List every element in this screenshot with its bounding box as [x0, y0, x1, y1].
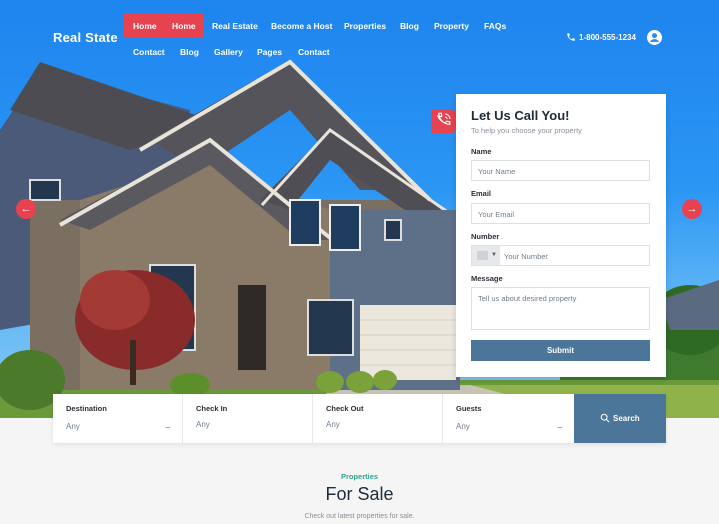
arrow-right-icon: → — [686, 203, 698, 215]
message-field[interactable]: Tell us about desired property — [471, 287, 650, 330]
nav-item-home[interactable]: Home — [133, 21, 157, 31]
email-label: Email — [471, 189, 492, 198]
header-phone[interactable]: 1-800-555-1234 — [566, 32, 636, 42]
nav-item-real-estate[interactable]: Real Estate — [212, 21, 258, 31]
form-title: Let Us Call You! — [471, 108, 570, 123]
email-field[interactable]: Your Email — [471, 203, 650, 224]
section-subtitle: Check out latest properties for sale. — [304, 513, 415, 520]
destination-label: Destination — [66, 404, 107, 413]
name-label: Name — [471, 147, 492, 156]
check-out-value: Any — [326, 420, 340, 429]
nav-item-home-2[interactable]: Home — [172, 21, 196, 31]
chevron-down-icon: ▼ — [491, 252, 497, 258]
dropdown-indicator-icon: – — [165, 423, 170, 432]
check-in-value: Any — [196, 420, 210, 429]
search-bar: Destination Any – Check In Any Check Out… — [53, 394, 666, 443]
phone-icon — [567, 33, 575, 41]
form-subtitle: To help you choose your property — [471, 126, 582, 135]
destination-value: Any — [66, 422, 80, 431]
slider-next-button[interactable]: → — [682, 199, 702, 219]
country-code-select[interactable]: ▼ — [472, 246, 500, 265]
slider-prev-button[interactable]: ← — [16, 199, 36, 219]
nav-item-faqs[interactable]: FAQs — [484, 21, 506, 31]
nav-item-gallery[interactable]: Gallery — [214, 47, 243, 57]
nav-item-property[interactable]: Property — [434, 21, 469, 31]
message-label: Message — [471, 274, 503, 283]
search-button-label: Search — [613, 414, 640, 423]
search-icon — [600, 413, 610, 423]
name-field[interactable]: Your Name — [471, 160, 650, 181]
arrow-left-icon: ← — [20, 203, 32, 215]
number-field[interactable]: ▼ Your Number — [471, 245, 650, 266]
dropdown-indicator-icon: – — [557, 423, 562, 432]
check-out-label: Check Out — [326, 404, 364, 413]
nav-item-contact-2[interactable]: Contact — [298, 47, 330, 57]
nav-item-properties[interactable]: Properties — [344, 21, 386, 31]
number-label: Number — [471, 232, 500, 241]
submit-button[interactable]: Submit — [471, 340, 650, 361]
guests-value: Any — [456, 422, 470, 431]
nav-item-become-a-host[interactable]: Become a Host — [271, 21, 332, 31]
check-out-field[interactable]: Check Out Any — [313, 394, 443, 443]
user-icon[interactable] — [647, 30, 662, 45]
callback-form: Let Us Call You! To help you choose your… — [456, 94, 666, 377]
flag-icon — [477, 251, 488, 260]
nav-item-blog[interactable]: Blog — [400, 21, 419, 31]
section-kicker: Properties — [340, 472, 379, 481]
guests-select[interactable]: Guests Any – — [443, 394, 574, 443]
check-in-label: Check In — [196, 404, 228, 413]
number-placeholder: Your Number — [504, 252, 548, 261]
site-logo[interactable]: Real State — [53, 30, 118, 45]
guests-label: Guests — [456, 404, 482, 413]
check-in-field[interactable]: Check In Any — [183, 394, 313, 443]
nav-item-blog-2[interactable]: Blog — [180, 47, 199, 57]
nav-item-contact[interactable]: Contact — [133, 47, 165, 57]
search-button[interactable]: Search — [574, 394, 666, 443]
phone-number: 1-800-555-1234 — [579, 33, 636, 42]
nav-item-pages[interactable]: Pages — [257, 47, 282, 57]
section-title: For Sale — [325, 484, 394, 504]
destination-select[interactable]: Destination Any – — [53, 394, 183, 443]
